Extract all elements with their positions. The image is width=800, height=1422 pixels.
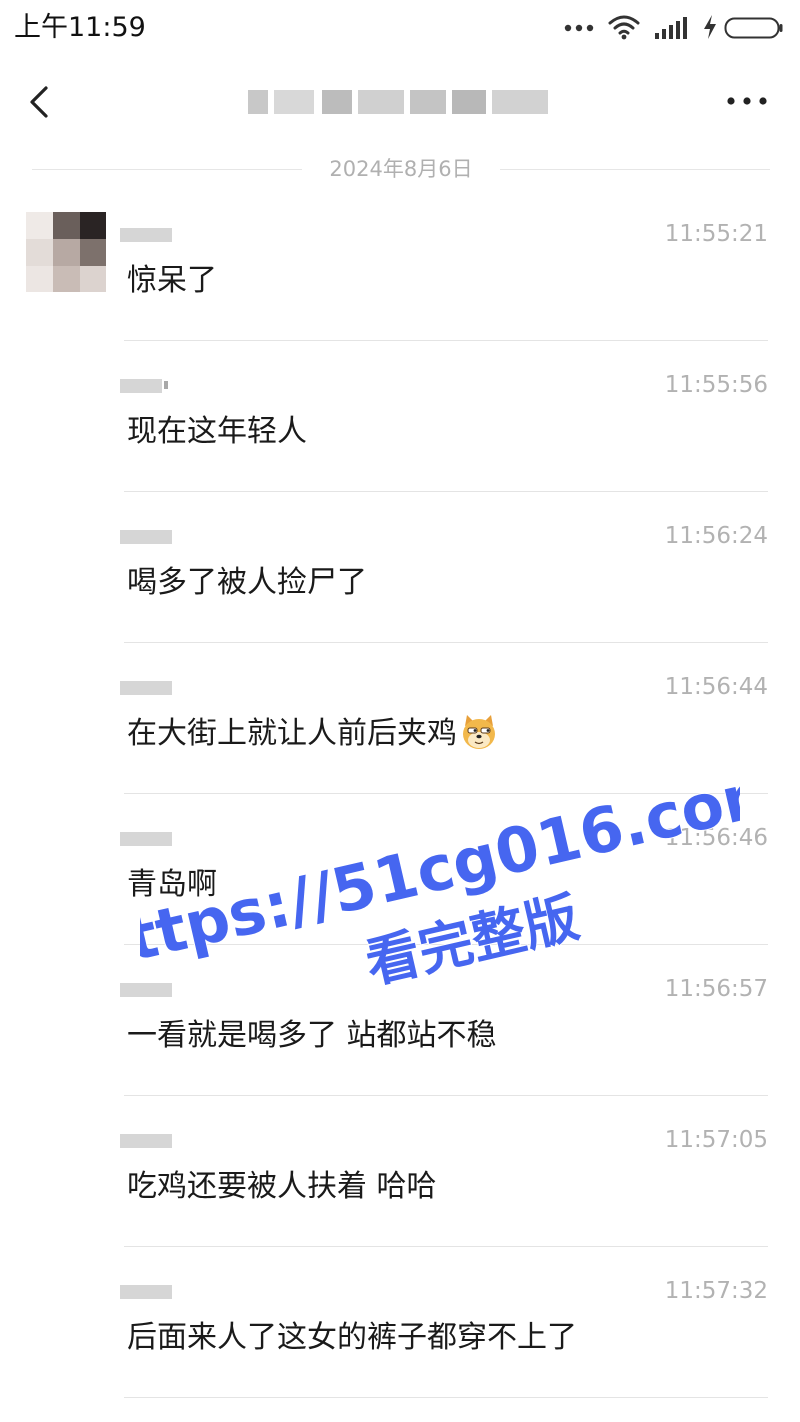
sender-name-redacted	[120, 981, 174, 999]
chat-title-redacted	[240, 84, 560, 120]
date-separator: 2024年8月6日	[32, 150, 770, 190]
doge-emoji-icon	[463, 714, 495, 749]
message-text-content: 一看就是喝多了 站都站不稳	[127, 1018, 497, 1053]
sender-name-redacted	[120, 377, 174, 395]
divider	[32, 169, 302, 170]
message-item[interactable]: 11:56:57 一看就是喝多了 站都站不稳	[0, 945, 800, 1096]
message-time: 11:56:24	[664, 523, 768, 549]
more-options-button[interactable]	[724, 86, 770, 116]
chevron-left-icon	[30, 86, 48, 118]
sender-name-redacted	[120, 1283, 174, 1301]
message-item[interactable]: 11:55:21 惊呆了	[0, 190, 800, 341]
message-item[interactable]: 11:56:46 青岛啊	[0, 794, 800, 945]
message-text-content: 后面来人了这女的裤子都穿不上了	[127, 1320, 577, 1355]
message-item[interactable]: 11:56:24 喝多了被人捡尸了	[0, 492, 800, 643]
message-time: 11:56:57	[664, 976, 768, 1002]
message-time: 11:55:21	[664, 221, 768, 247]
more-dots-icon	[564, 24, 594, 32]
wifi-icon	[608, 15, 640, 40]
message-text: 一看就是喝多了 站都站不稳	[127, 1015, 747, 1057]
status-time: 上午11:59	[14, 12, 146, 43]
status-bar: 上午11:59	[0, 0, 800, 56]
more-dots-icon	[727, 97, 767, 105]
message-text: 青岛啊	[127, 864, 747, 906]
message-time: 11:55:56	[664, 372, 768, 398]
date-label: 2024年8月6日	[329, 157, 473, 181]
message-text: 喝多了被人捡尸了	[127, 562, 747, 604]
sender-name-redacted	[120, 528, 174, 546]
charging-bolt-icon	[704, 15, 716, 39]
message-time: 11:56:46	[664, 825, 768, 851]
message-time: 11:57:32	[664, 1278, 768, 1304]
message-text-content: 在大街上就让人前后夹鸡	[127, 716, 457, 751]
message-text: 现在这年轻人	[127, 411, 747, 453]
message-item[interactable]: 11:57:05 吃鸡还要被人扶着 哈哈	[0, 1096, 800, 1247]
sender-name-redacted	[120, 226, 174, 244]
message-text-content: 惊呆了	[127, 263, 217, 298]
message-text-content: 喝多了被人捡尸了	[127, 565, 367, 600]
message-text: 吃鸡还要被人扶着 哈哈	[127, 1166, 747, 1208]
signal-icon	[655, 17, 687, 39]
message-text: 后面来人了这女的裤子都穿不上了	[127, 1317, 747, 1359]
message-text-content: 现在这年轻人	[127, 414, 307, 449]
back-button[interactable]	[18, 78, 62, 126]
chat-header	[0, 56, 800, 148]
message-time: 11:56:44	[664, 674, 768, 700]
status-icons	[564, 12, 786, 44]
message-text-content: 青岛啊	[127, 867, 217, 902]
sender-name-redacted	[120, 830, 174, 848]
message-text: 惊呆了	[127, 260, 747, 302]
battery-icon	[724, 17, 783, 39]
sender-name-redacted	[120, 1132, 174, 1150]
message-text-content: 吃鸡还要被人扶着 哈哈	[127, 1169, 437, 1204]
sender-name-redacted	[120, 679, 174, 697]
message-time: 11:57:05	[664, 1127, 768, 1153]
message-item[interactable]: 11:57:32 后面来人了这女的裤子都穿不上了	[0, 1247, 800, 1398]
divider	[500, 169, 770, 170]
message-list: 11:55:21 惊呆了 11:55:56 现在这年轻人 11:56:24 喝多…	[0, 190, 800, 1398]
message-item[interactable]: 11:55:56 现在这年轻人	[0, 341, 800, 492]
message-item[interactable]: 11:56:44 在大街上就让人前后夹鸡	[0, 643, 800, 794]
message-text: 在大街上就让人前后夹鸡	[127, 713, 747, 755]
divider	[124, 1397, 768, 1398]
